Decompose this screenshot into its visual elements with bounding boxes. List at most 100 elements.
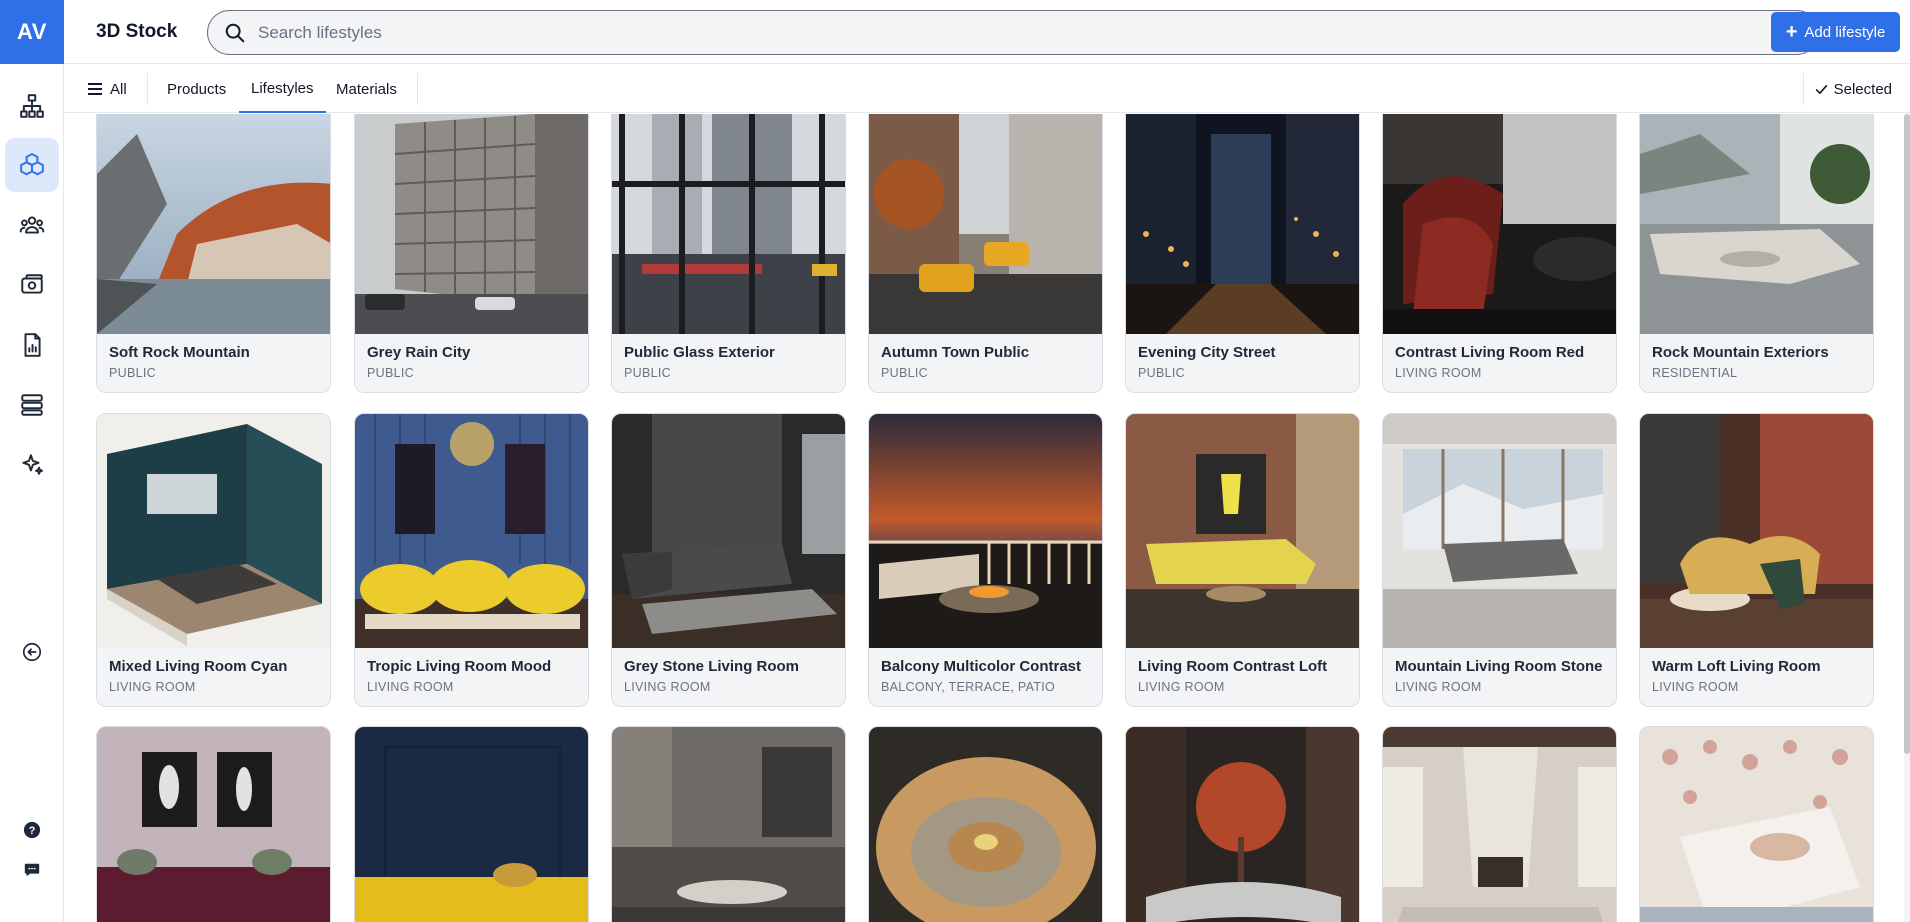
lifestyle-name: Warm Loft Living Room	[1652, 658, 1821, 675]
lifestyle-category: PUBLIC	[881, 366, 928, 380]
lifestyle-card[interactable]: Evening City Street PUBLIC	[1125, 114, 1360, 393]
tab-products-label: Products	[167, 80, 227, 98]
collapse-rail-button[interactable]	[5, 625, 59, 679]
hierarchy-icon	[20, 94, 44, 118]
rail-item-hierarchy[interactable]	[5, 79, 59, 133]
add-lifestyle-label: Add lifestyle	[1804, 23, 1886, 41]
lifestyle-thumbnail	[1383, 114, 1616, 334]
lifestyle-category: LIVING ROOM	[1652, 680, 1739, 694]
search-input[interactable]	[258, 22, 1758, 43]
lifestyle-card[interactable]: Living Room Contrast Loft LIVING ROOM	[1125, 413, 1360, 707]
lifestyle-category: LIVING ROOM	[109, 680, 196, 694]
add-lifestyle-button[interactable]: + Add lifestyle	[1771, 12, 1900, 52]
selected-filter-button[interactable]: Selected	[1815, 65, 1892, 113]
lifestyle-name: Evening City Street	[1138, 344, 1276, 361]
lifestyle-thumbnail	[97, 114, 330, 334]
plus-icon: +	[1785, 21, 1798, 43]
lifestyle-name: Soft Rock Mountain	[109, 344, 250, 361]
tab-lifestyles-label: Lifestyles	[251, 79, 314, 97]
collapse-left-icon	[22, 642, 42, 662]
lifestyle-name: Grey Rain City	[367, 344, 471, 361]
tab-all[interactable]: All	[88, 65, 127, 113]
tab-products[interactable]: Products	[155, 65, 238, 113]
lifestyle-card[interactable]	[868, 726, 1103, 922]
lifestyle-thumbnail	[97, 414, 330, 648]
lifestyle-category: LIVING ROOM	[367, 680, 454, 694]
tab-materials[interactable]: Materials	[324, 65, 409, 113]
lifestyle-card[interactable]	[611, 726, 846, 922]
layers-icon	[21, 394, 43, 416]
report-icon	[24, 333, 41, 357]
lifestyle-category: PUBLIC	[1138, 366, 1185, 380]
lifestyle-card[interactable]: Grey Stone Living Room LIVING ROOM	[611, 413, 846, 707]
lifestyle-name: Tropic Living Room Mood	[367, 658, 552, 675]
lifestyle-card[interactable]: Soft Rock Mountain PUBLIC	[96, 114, 331, 393]
lifestyle-name: Mountain Living Room Stone	[1395, 658, 1603, 675]
rail-item-camera[interactable]	[5, 258, 59, 312]
lifestyle-card[interactable]: Grey Rain City PUBLIC	[354, 114, 589, 393]
users-icon	[19, 216, 45, 234]
lifestyle-thumbnail	[612, 114, 845, 334]
lifestyle-card[interactable]	[96, 726, 331, 922]
lifestyle-thumbnail	[355, 414, 588, 648]
lifestyle-card[interactable]: Rock Mountain Exteriors RESIDENTIAL	[1639, 114, 1874, 393]
rail-item-layers[interactable]	[5, 378, 59, 432]
lifestyle-category: PUBLIC	[367, 366, 414, 380]
lifestyle-name: Balcony Multicolor Contrast	[881, 658, 1082, 675]
lifestyle-card[interactable]: Autumn Town Public PUBLIC	[868, 114, 1103, 393]
selected-label: Selected	[1833, 80, 1892, 98]
lifestyle-card[interactable]	[1125, 726, 1360, 922]
cubes-icon	[20, 153, 44, 176]
lifestyle-thumbnail	[1640, 414, 1873, 648]
rail-item-reports[interactable]	[5, 318, 59, 372]
rail-item-users[interactable]	[5, 198, 59, 252]
lifestyle-thumbnail	[1383, 414, 1616, 648]
selected-divider	[1803, 73, 1804, 105]
lifestyle-category: PUBLIC	[624, 366, 671, 380]
lifestyle-thumbnail	[1383, 727, 1616, 922]
lifestyle-name: Living Room Contrast Loft	[1138, 658, 1328, 675]
lifestyle-thumbnail	[1126, 114, 1359, 334]
lifestyle-card[interactable]	[354, 726, 589, 922]
lifestyle-category: BALCONY, TERRACE, PATIO	[881, 680, 1056, 694]
lifestyle-card[interactable]: Mixed Living Room Cyan LIVING ROOM	[96, 413, 331, 707]
lifestyle-card[interactable]	[1382, 726, 1617, 922]
lifestyle-name: Grey Stone Living Room	[624, 658, 800, 675]
lifestyle-category: LIVING ROOM	[1138, 680, 1225, 694]
app-logo[interactable]: AV	[0, 0, 64, 64]
rail-item-ai[interactable]	[5, 438, 59, 492]
lifestyle-card[interactable]: Mountain Living Room Stone LIVING ROOM	[1382, 413, 1617, 707]
tab-divider	[147, 73, 148, 105]
tab-materials-label: Materials	[336, 80, 397, 98]
tab-all-label: All	[110, 80, 127, 98]
lifestyle-card[interactable]: Contrast Living Room Red LIVING ROOM	[1382, 114, 1617, 393]
lifestyle-thumbnail	[612, 414, 845, 648]
scrollbar-thumb[interactable]	[1904, 114, 1910, 754]
lifestyle-name: Mixed Living Room Cyan	[109, 658, 288, 675]
category-tabs: All Products Lifestyles Materials Select…	[64, 65, 1910, 113]
search-bar[interactable]	[207, 10, 1819, 55]
lifestyle-card[interactable]: Public Glass Exterior PUBLIC	[611, 114, 846, 393]
help-button[interactable]: ?	[22, 820, 42, 840]
lifestyle-card[interactable]: Tropic Living Room Mood LIVING ROOM	[354, 413, 589, 707]
tab-lifestyles[interactable]: Lifestyles	[239, 65, 326, 113]
lifestyle-grid: Soft Rock Mountain PUBLIC Grey Rain City P…	[64, 114, 1910, 922]
svg-text:?: ?	[29, 825, 36, 837]
left-rail: AV ?	[0, 0, 64, 922]
lifestyle-thumbnail	[355, 727, 588, 922]
chat-button[interactable]	[22, 860, 42, 880]
lifestyle-card[interactable]: Warm Loft Living Room LIVING ROOM	[1639, 413, 1874, 707]
lifestyle-thumbnail	[97, 727, 330, 922]
lifestyle-category: PUBLIC	[109, 366, 156, 380]
lifestyle-thumbnail	[1640, 114, 1873, 334]
lifestyle-category: LIVING ROOM	[1395, 680, 1482, 694]
lifestyle-thumbnail	[869, 414, 1102, 648]
rail-item-stock[interactable]	[5, 138, 59, 192]
top-header: 3D Stock + Add lifestyle	[64, 0, 1910, 64]
lifestyle-card[interactable]	[1639, 726, 1874, 922]
menu-icon	[88, 83, 102, 95]
lifestyle-card[interactable]: Balcony Multicolor Contrast BALCONY, TERR…	[868, 413, 1103, 707]
lifestyle-thumbnail	[1126, 727, 1359, 922]
help-icon: ?	[23, 821, 41, 839]
lifestyle-thumbnail	[869, 727, 1102, 922]
